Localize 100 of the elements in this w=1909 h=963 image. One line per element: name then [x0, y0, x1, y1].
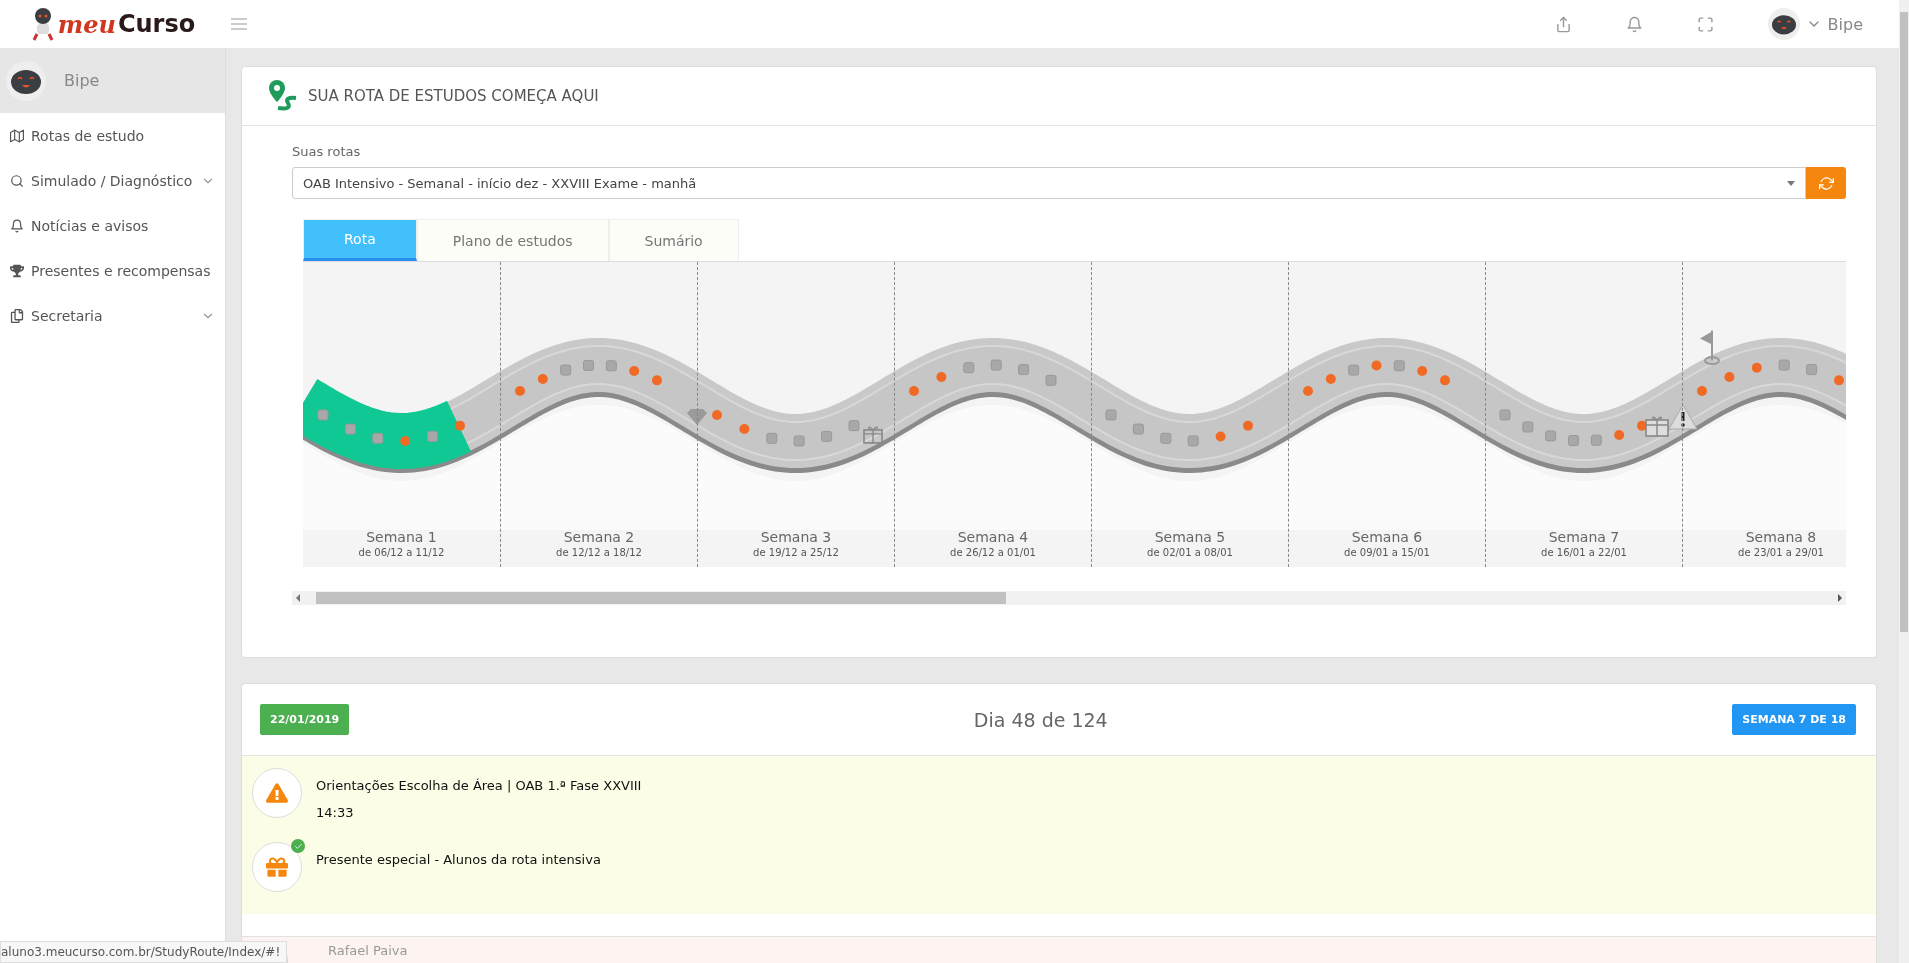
sidebar-item[interactable]: Presentes e recompensas [0, 248, 225, 293]
week-title: Semana 2 [563, 529, 635, 545]
route-step[interactable] [766, 432, 778, 444]
route-step[interactable] [1724, 371, 1735, 382]
sidebar-item[interactable]: Rotas de estudo [0, 113, 225, 158]
map-icon [10, 128, 24, 143]
route-step[interactable] [1187, 435, 1199, 447]
route-step[interactable] [583, 360, 594, 371]
route-step[interactable] [1751, 362, 1762, 373]
route-step[interactable] [372, 432, 384, 444]
field-label: Suas rotas [292, 144, 362, 159]
route-step[interactable] [1522, 421, 1534, 433]
gift-icon[interactable] [863, 426, 883, 444]
route-pin-icon [268, 80, 298, 112]
week-title: Semana 8 [1745, 529, 1817, 545]
week-title: Semana 3 [760, 529, 832, 545]
route-step[interactable] [1303, 386, 1313, 397]
route-step[interactable] [848, 420, 860, 432]
route-step[interactable] [1545, 430, 1557, 442]
route-step[interactable] [652, 375, 662, 386]
tab[interactable]: Plano de estudos [416, 219, 609, 261]
route-step[interactable] [936, 371, 947, 382]
day-counter: Dia 48 de 124 [973, 708, 1108, 731]
gift-icon [266, 856, 288, 878]
sidebar-item[interactable]: Simulado / Diagnóstico [0, 158, 225, 203]
route-step[interactable] [1590, 434, 1602, 446]
route-step[interactable] [605, 360, 617, 372]
week-title: Semana 4 [957, 529, 1029, 545]
week-badge: SEMANA 7 DE 18 [1732, 704, 1856, 735]
horizontal-scrollbar[interactable] [292, 591, 1846, 605]
route-step[interactable] [629, 366, 640, 376]
user-menu[interactable]: Bipe [1761, 7, 1869, 41]
trophy-icon [10, 263, 24, 278]
route-step[interactable] [1243, 420, 1253, 431]
route-step[interactable] [1568, 435, 1579, 446]
route-step[interactable] [1132, 423, 1144, 435]
week-dates: de 26/12 a 01/01 [950, 547, 1036, 558]
refresh-button[interactable] [1806, 167, 1846, 199]
route-step[interactable] [1045, 374, 1057, 386]
event-title[interactable]: Presente especial - Alunos da rota intensiva [316, 852, 601, 867]
flag-icon[interactable] [1700, 329, 1720, 365]
route-step[interactable] [909, 386, 919, 397]
route-step[interactable] [560, 364, 572, 376]
route-step[interactable] [1018, 364, 1030, 376]
route-step[interactable] [1440, 375, 1450, 386]
week-dates: de 19/12 a 25/12 [753, 547, 839, 558]
week-dates: de 09/01 a 15/01 [1344, 547, 1430, 558]
week-title: Semana 5 [1154, 529, 1226, 545]
route-step[interactable] [344, 423, 356, 435]
route-step[interactable] [1417, 366, 1428, 376]
week-title: Semana 1 [366, 529, 437, 545]
route-step[interactable] [739, 424, 750, 435]
route-step[interactable] [793, 435, 805, 447]
avatar-icon [1767, 8, 1800, 40]
warning-icon [266, 782, 288, 804]
route-step[interactable] [515, 386, 525, 397]
route-step[interactable] [1778, 359, 1790, 371]
route-step[interactable] [427, 430, 439, 442]
route-step[interactable] [400, 435, 411, 446]
event-time: 14:33 [316, 805, 355, 820]
vertical-scrollbar[interactable] [1899, 0, 1909, 963]
logo-text: Curso [117, 10, 196, 38]
logo-text: meu [57, 9, 116, 39]
route-step[interactable] [1371, 360, 1382, 371]
route-step[interactable] [1697, 386, 1707, 397]
event-title[interactable]: Orientações Escolha de Área | OAB 1.ª Fase XXVIII [316, 778, 642, 793]
route-step[interactable] [821, 430, 833, 442]
status-url: aluno3.meucurso.com.br/StudyRoute/Index/#! [0, 941, 288, 963]
route-step[interactable] [317, 409, 329, 421]
search-icon [10, 173, 24, 188]
route-step[interactable] [712, 409, 722, 420]
diamond-icon[interactable] [687, 409, 707, 425]
route-step[interactable] [1614, 430, 1625, 440]
tab[interactable]: Sumário [608, 219, 739, 261]
week-dates: de 06/12 a 11/12 [358, 547, 445, 558]
route-step[interactable] [990, 359, 1002, 371]
route-select[interactable]: OAB Intensivo - Semanal - início dez - XXVIII Exame - manhã [292, 167, 1806, 199]
route-step[interactable] [1499, 409, 1511, 421]
bell-icon [10, 218, 24, 233]
week-dates: de 16/01 a 22/01 [1541, 547, 1627, 558]
gift-icon[interactable] [1645, 416, 1669, 437]
week-dates: de 12/12 a 18/12 [556, 547, 642, 558]
sidebar-item[interactable]: Notícias e avisos [0, 203, 225, 248]
route-step[interactable] [455, 420, 465, 431]
week-title: Semana 6 [1351, 529, 1423, 545]
route-step[interactable] [1348, 364, 1360, 376]
week-dates: de 02/01 a 08/01 [1147, 547, 1233, 558]
sidebar-item[interactable]: Secretaria [0, 293, 225, 338]
week-dates: de 23/01 a 29/01 [1738, 547, 1824, 558]
route-step[interactable] [1160, 432, 1172, 444]
warning-icon[interactable] [1668, 404, 1698, 430]
route-step[interactable] [1834, 375, 1844, 386]
route-step[interactable] [1393, 360, 1405, 372]
route-step[interactable] [1325, 374, 1336, 384]
route-step[interactable] [963, 362, 975, 374]
route-step[interactable] [537, 374, 548, 384]
route-step[interactable] [1806, 364, 1818, 376]
route-step[interactable] [1105, 409, 1117, 421]
refresh-icon [1818, 175, 1834, 191]
route-step[interactable] [1215, 431, 1226, 442]
